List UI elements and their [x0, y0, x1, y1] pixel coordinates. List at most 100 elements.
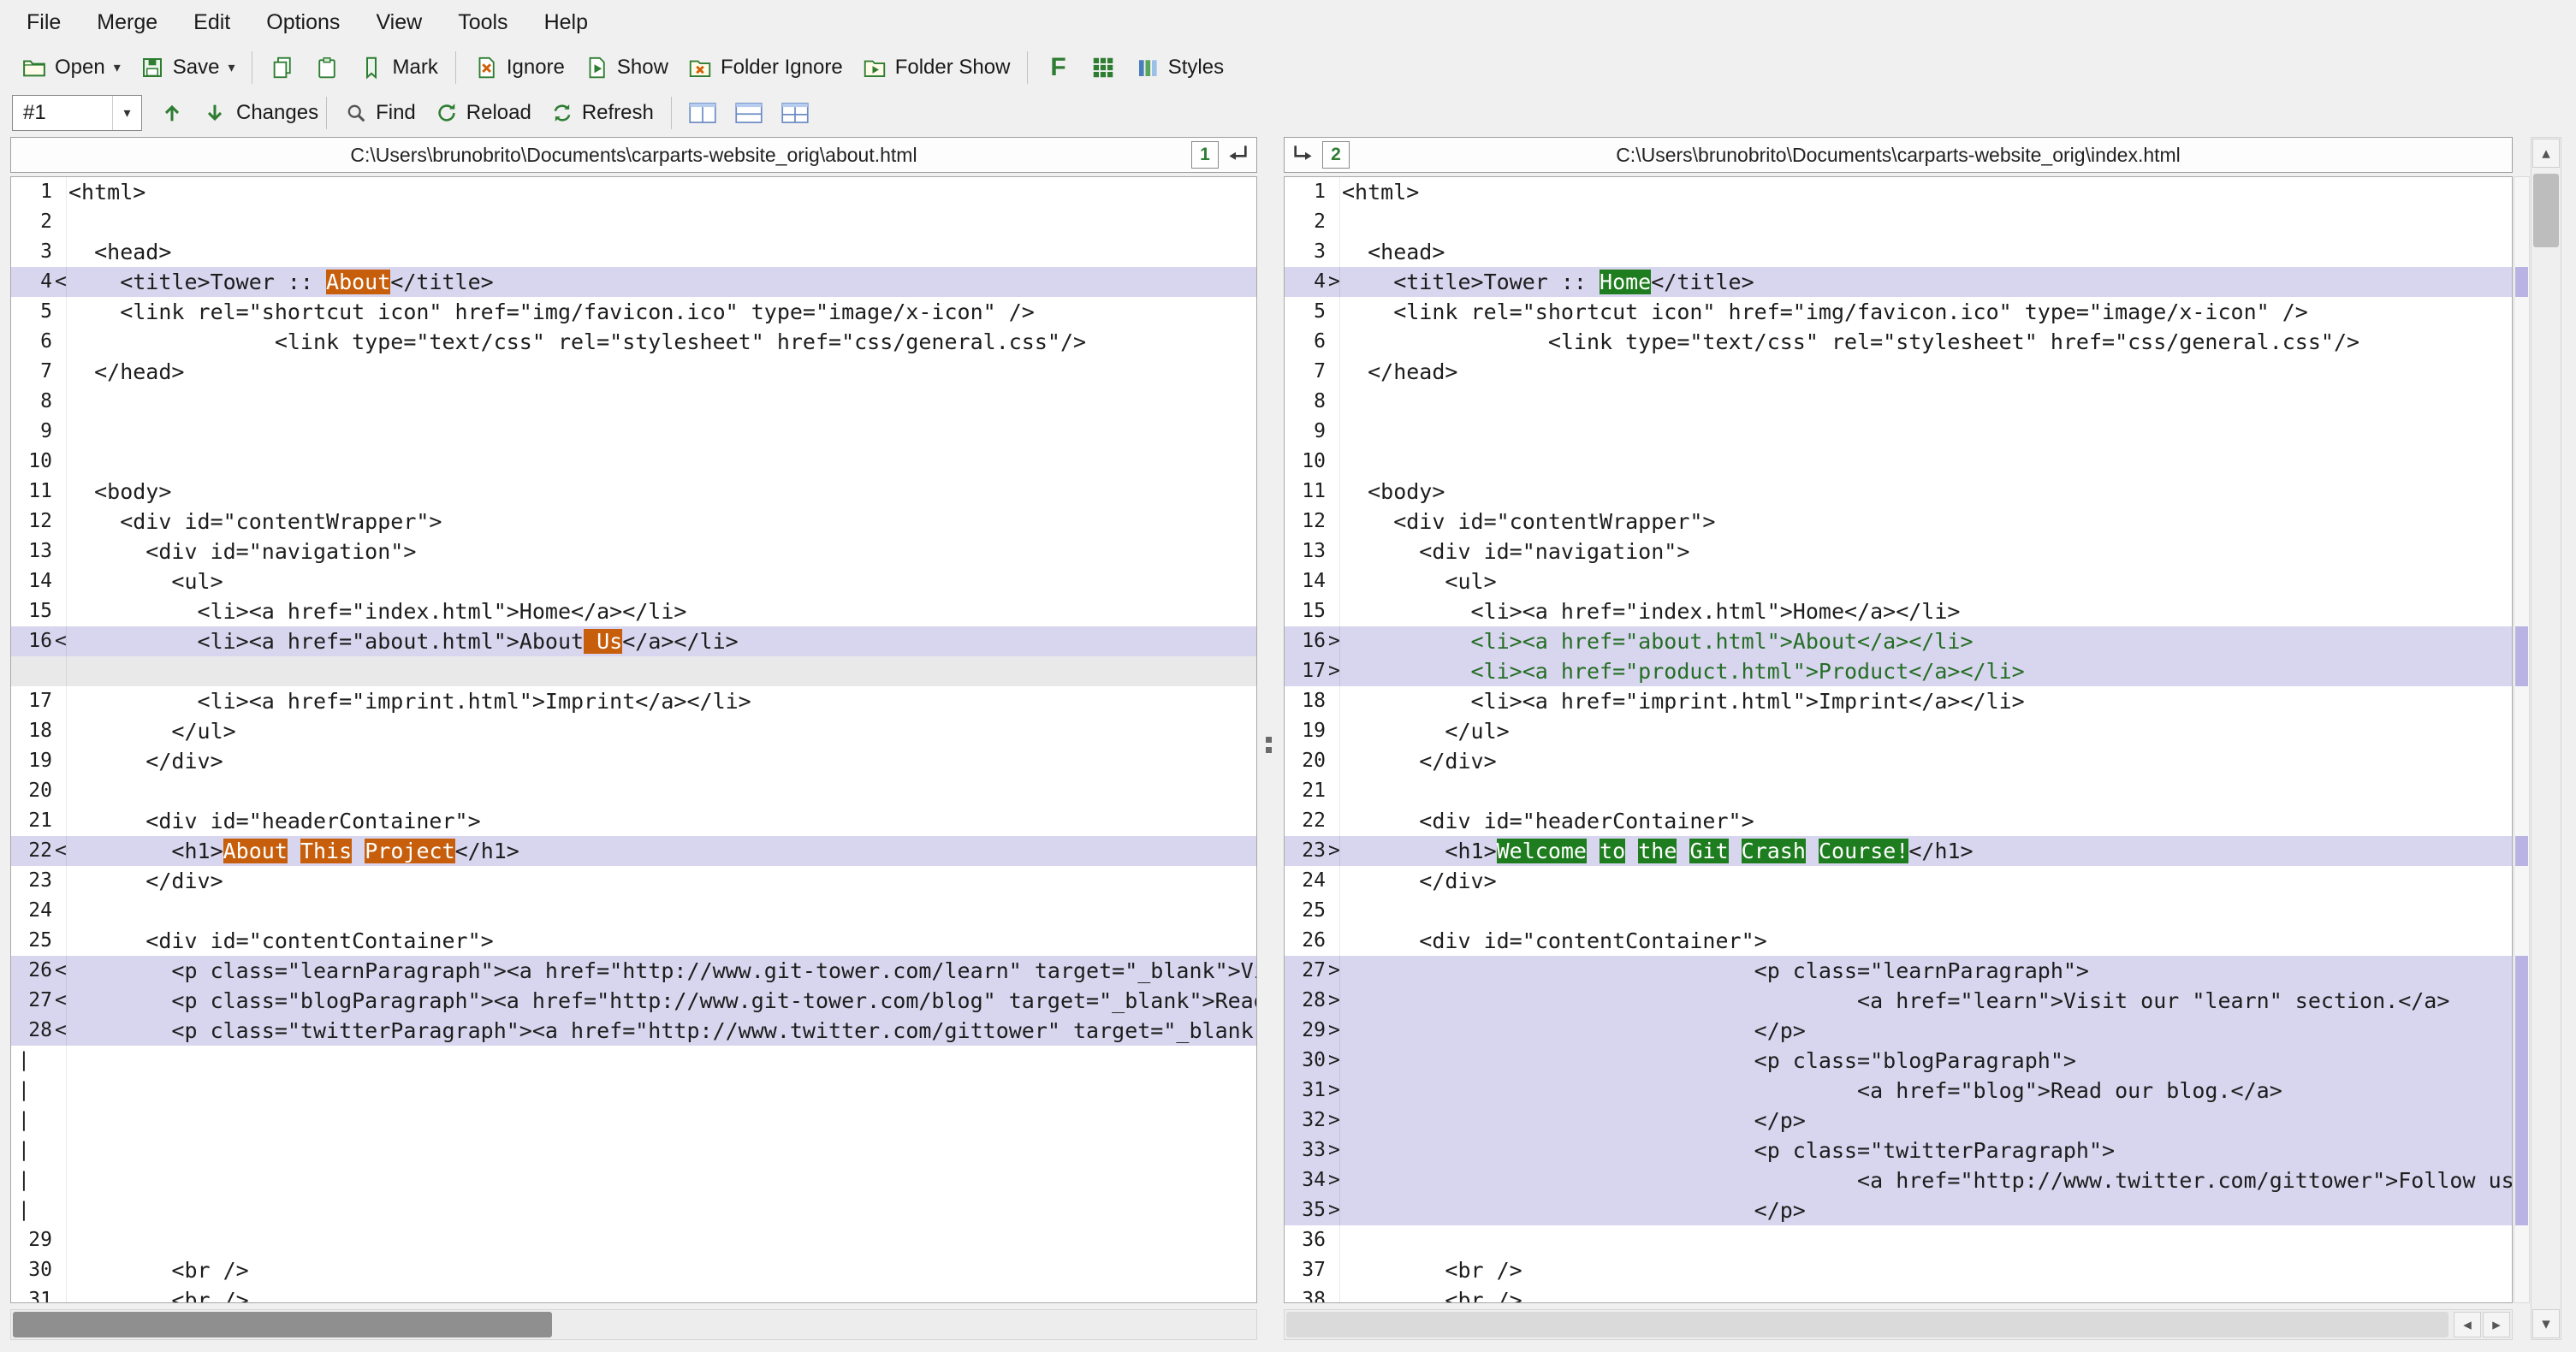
folder-show-button[interactable]: Folder Show: [852, 48, 1020, 87]
code-line[interactable]: 16 < <li><a href="about.html">About Us</a…: [11, 626, 1256, 656]
code-line[interactable]: 18 </ul>: [11, 716, 1256, 746]
code-line[interactable]: 23 > <h1>Welcome to the Git Crash Course!…: [1285, 836, 2512, 866]
menu-options[interactable]: Options: [248, 0, 358, 44]
menu-help[interactable]: Help: [526, 0, 606, 44]
mark-button[interactable]: Mark: [349, 48, 447, 87]
code-line[interactable]: 3 <head>: [11, 237, 1256, 267]
code-line[interactable]: 28 > <a href="learn">Visit our "learn" se…: [1285, 986, 2512, 1016]
save-dropdown-icon[interactable]: ▾: [228, 59, 234, 76]
pane-splitter[interactable]: [1257, 176, 1284, 1303]
right-horizontal-scrollbar[interactable]: ◂ ▸: [1284, 1309, 2513, 1340]
code-line[interactable]: 8: [11, 387, 1256, 417]
code-line[interactable]: 29: [11, 1225, 1256, 1255]
code-line[interactable]: 9: [1285, 417, 2512, 447]
code-line[interactable]: 2: [1285, 207, 2512, 237]
code-line[interactable]: 10: [1285, 447, 2512, 477]
font-button[interactable]: F: [1036, 48, 1080, 87]
previous-change-button[interactable]: [151, 93, 193, 133]
code-line[interactable]: 4 > <title>Tower :: Home</title>: [1285, 267, 2512, 297]
code-line[interactable]: 31 > <a href="blog">Read our blog.</a>: [1285, 1076, 2512, 1106]
change-overview-strip[interactable]: [2514, 176, 2530, 1303]
vertical-scrollbar-thumb[interactable]: [2533, 174, 2559, 247]
code-line[interactable]: 10: [11, 447, 1256, 477]
code-line[interactable]: 23 </div>: [11, 866, 1256, 896]
code-line[interactable]: 2: [11, 207, 1256, 237]
code-line[interactable]: 29 > </p>: [1285, 1016, 2512, 1046]
code-line[interactable]: 31 <br />: [11, 1285, 1256, 1302]
overview-change-mark[interactable]: [2515, 836, 2528, 866]
code-line[interactable]: 30 <br />: [11, 1255, 1256, 1285]
code-line[interactable]: 1 <html>: [11, 177, 1256, 207]
code-line[interactable]: 22 < <h1>About This Project</h1>: [11, 836, 1256, 866]
code-line[interactable]: 33 > <p class="twitterParagraph">: [1285, 1136, 2512, 1165]
code-line[interactable]: 35 > </p>: [1285, 1195, 2512, 1225]
code-line[interactable]: 1 <html>: [1285, 177, 2512, 207]
code-line[interactable]: 15 <li><a href="index.html">Home</a></li…: [1285, 596, 2512, 626]
code-line[interactable]: 37 <br />: [1285, 1255, 2512, 1285]
code-line[interactable]: 16 > <li><a href="about.html">About</a></…: [1285, 626, 2512, 656]
left-horizontal-scrollbar[interactable]: [10, 1309, 1257, 1340]
code-line[interactable]: 36: [1285, 1225, 2512, 1255]
scroll-up-button[interactable]: ▴: [2532, 139, 2560, 168]
reload-button[interactable]: Reload: [425, 93, 541, 133]
layout-horizontal-split-button[interactable]: [726, 93, 772, 133]
code-line[interactable]: 28 < <p class="twitterParagraph"><a href=…: [11, 1016, 1256, 1046]
pane-1-badge[interactable]: 1: [1191, 141, 1219, 169]
code-line[interactable]: 24: [11, 896, 1256, 926]
code-line[interactable]: 30 > <p class="blogParagraph">: [1285, 1046, 2512, 1076]
code-line[interactable]: 26 < <p class="learnParagraph"><a href="h…: [11, 956, 1256, 986]
folder-ignore-button[interactable]: Folder Ignore: [678, 48, 852, 87]
scroll-right-button[interactable]: ▸: [2483, 1312, 2510, 1337]
open-dropdown-icon[interactable]: ▾: [114, 59, 121, 76]
filler-row[interactable]: |: [11, 1076, 1256, 1106]
code-line[interactable]: 22 <div id="headerContainer">: [1285, 806, 2512, 836]
code-line[interactable]: 24 </div>: [1285, 866, 2512, 896]
code-line[interactable]: 5 <link rel="shortcut icon" href="img/fa…: [11, 297, 1256, 327]
merge-into-left-icon[interactable]: [1224, 141, 1251, 169]
change-selector-dropdown-icon[interactable]: ▾: [112, 96, 141, 130]
code-line[interactable]: 8: [1285, 387, 2512, 417]
code-line[interactable]: 13 <div id="navigation">: [11, 537, 1256, 566]
ignore-button[interactable]: Ignore: [464, 48, 574, 87]
code-line[interactable]: 14 <ul>: [1285, 566, 2512, 596]
filler-row[interactable]: |: [11, 1195, 1256, 1225]
grid-view-button[interactable]: [1081, 48, 1125, 87]
code-line[interactable]: 27 > <p class="learnParagraph">: [1285, 956, 2512, 986]
splitter-handle[interactable]: [1266, 737, 1272, 753]
code-line[interactable]: 34 > <a href="http://www.twitter.com/gitt…: [1285, 1165, 2512, 1195]
code-line[interactable]: 5 <link rel="shortcut icon" href="img/fa…: [1285, 297, 2512, 327]
filler-row[interactable]: [11, 656, 1256, 686]
code-line[interactable]: 25 <div id="contentContainer">: [11, 926, 1256, 956]
vertical-scrollbar[interactable]: ▴ ▾: [2531, 137, 2561, 1340]
code-line[interactable]: 9: [11, 417, 1256, 447]
code-line[interactable]: 13 <div id="navigation">: [1285, 537, 2512, 566]
code-line[interactable]: 19 </ul>: [1285, 716, 2512, 746]
filler-row[interactable]: |: [11, 1106, 1256, 1136]
code-line[interactable]: 21 <div id="headerContainer">: [11, 806, 1256, 836]
left-code-pane[interactable]: 1 <html> 2 3 <head> 4 < <title>Tower :: About…: [10, 176, 1257, 1303]
refresh-button[interactable]: Refresh: [541, 93, 663, 133]
code-line[interactable]: 32 > </p>: [1285, 1106, 2512, 1136]
show-button[interactable]: Show: [574, 48, 678, 87]
code-line[interactable]: 17 <li><a href="imprint.html">Imprint</a…: [11, 686, 1256, 716]
open-button[interactable]: Open ▾: [12, 48, 130, 87]
code-line[interactable]: 7 </head>: [11, 357, 1256, 387]
code-line[interactable]: 4 < <title>Tower :: About</title>: [11, 267, 1256, 297]
code-line[interactable]: 14 <ul>: [11, 566, 1256, 596]
code-line[interactable]: 11 <body>: [1285, 477, 2512, 507]
merge-into-right-icon[interactable]: [1290, 141, 1317, 169]
filler-row[interactable]: |: [11, 1136, 1256, 1165]
code-line[interactable]: 25: [1285, 896, 2512, 926]
right-code-pane[interactable]: 1 <html> 2 3 <head> 4 > <title>Tower :: Home<…: [1284, 176, 2513, 1303]
code-line[interactable]: 19 </div>: [11, 746, 1256, 776]
filler-row[interactable]: |: [11, 1165, 1256, 1195]
layout-grid-button[interactable]: [772, 93, 818, 133]
menu-file[interactable]: File: [9, 0, 79, 44]
code-line[interactable]: 11 <body>: [11, 477, 1256, 507]
menu-edit[interactable]: Edit: [175, 0, 248, 44]
menu-tools[interactable]: Tools: [440, 0, 525, 44]
code-line[interactable]: 6 <link type="text/css" rel="stylesheet"…: [11, 327, 1256, 357]
find-button[interactable]: Find: [335, 93, 425, 133]
overview-change-mark[interactable]: [2515, 626, 2528, 686]
code-line[interactable]: 12 <div id="contentWrapper">: [11, 507, 1256, 537]
